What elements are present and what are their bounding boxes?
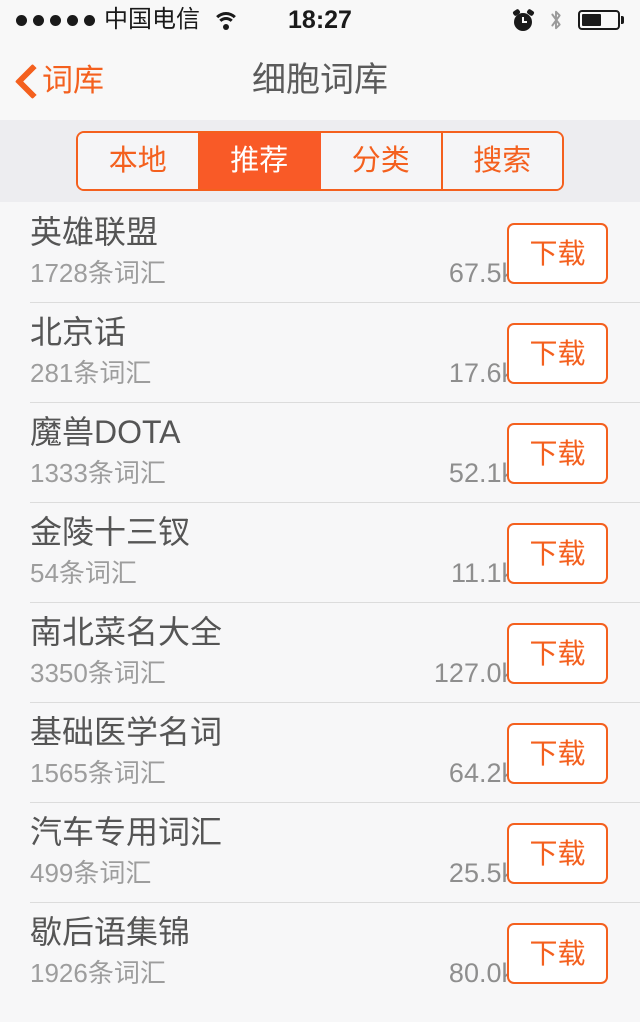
status-bar: 中国电信 18:27 — [0, 0, 640, 40]
battery-icon — [578, 10, 624, 30]
item-title: 歇后语集锦 — [30, 914, 191, 950]
list-item[interactable]: 英雄联盟 1728条词汇 67.5kb 下载 — [0, 202, 640, 302]
tab-category[interactable]: 分类 — [321, 133, 443, 189]
item-title: 魔兽DOTA — [30, 414, 181, 450]
tab-bar: 本地 推荐 分类 搜索 — [0, 120, 640, 202]
download-button[interactable]: 下载 — [507, 323, 608, 384]
item-title: 北京话 — [30, 314, 127, 350]
status-bar-left: 中国电信 — [16, 6, 240, 33]
item-title: 汽车专用词汇 — [30, 814, 223, 850]
item-word-count: 1565条词汇 — [30, 758, 166, 788]
status-bar-right — [512, 7, 624, 31]
signal-dot — [84, 14, 95, 26]
tab-local[interactable]: 本地 — [78, 133, 200, 189]
item-word-count: 3350条词汇 — [30, 658, 166, 688]
item-word-count: 1728条词汇 — [30, 258, 166, 288]
item-word-count: 499条词汇 — [30, 858, 152, 888]
navigation-bar: 词库 细胞词库 — [0, 40, 640, 120]
item-word-count: 1333条词汇 — [30, 458, 166, 488]
signal-strength-dots — [16, 14, 95, 26]
download-button[interactable]: 下载 — [507, 723, 608, 784]
download-button[interactable]: 下载 — [507, 923, 608, 984]
item-word-count: 1926条词汇 — [30, 958, 166, 988]
list-item[interactable]: 北京话 281条词汇 17.6kb 下载 — [0, 302, 640, 402]
signal-dot — [50, 14, 61, 26]
item-title: 英雄联盟 — [30, 214, 159, 250]
chevron-left-icon — [16, 63, 36, 97]
list-item[interactable]: 金陵十三钗 54条词汇 11.1kb 下载 — [0, 502, 640, 602]
segmented-control: 本地 推荐 分类 搜索 — [76, 131, 564, 191]
bluetooth-icon — [551, 10, 561, 30]
signal-dot — [33, 14, 44, 26]
download-button[interactable]: 下载 — [507, 523, 608, 584]
download-button[interactable]: 下载 — [507, 223, 608, 284]
app-screen: 中国电信 18:27 词库 细胞词库 本地 推荐 分类 搜索 英雄联盟 1728… — [0, 0, 640, 1022]
wifi-icon — [212, 10, 240, 30]
list-item[interactable]: 基础医学名词 1565条词汇 64.2kb 下载 — [0, 702, 640, 802]
signal-dot — [67, 14, 78, 26]
download-button[interactable]: 下载 — [507, 823, 608, 884]
signal-dot — [16, 14, 27, 26]
item-title: 南北菜名大全 — [30, 614, 223, 650]
item-title: 基础医学名词 — [30, 714, 223, 750]
list-item[interactable]: 魔兽DOTA 1333条词汇 52.1kb 下载 — [0, 402, 640, 502]
back-button-label: 词库 — [42, 62, 104, 98]
download-button[interactable]: 下载 — [507, 623, 608, 684]
tab-search[interactable]: 搜索 — [442, 133, 562, 189]
list-item[interactable]: 汽车专用词汇 499条词汇 25.5kb 下载 — [0, 802, 640, 902]
list-item[interactable]: 南北菜名大全 3350条词汇 127.0kb 下载 — [0, 602, 640, 702]
tab-recommended[interactable]: 推荐 — [199, 133, 321, 189]
item-title: 金陵十三钗 — [30, 514, 191, 550]
item-word-count: 54条词汇 — [30, 558, 137, 588]
carrier-label: 中国电信 — [104, 6, 200, 33]
item-word-count: 281条词汇 — [30, 358, 152, 388]
back-button[interactable]: 词库 — [0, 63, 104, 97]
alarm-clock-icon — [512, 7, 535, 31]
dictionary-list: 英雄联盟 1728条词汇 67.5kb 下载 北京话 281条词汇 17.6kb… — [0, 202, 640, 1002]
download-button[interactable]: 下载 — [507, 423, 608, 484]
list-item[interactable]: 歇后语集锦 1926条词汇 80.0kb 下载 — [0, 902, 640, 1002]
